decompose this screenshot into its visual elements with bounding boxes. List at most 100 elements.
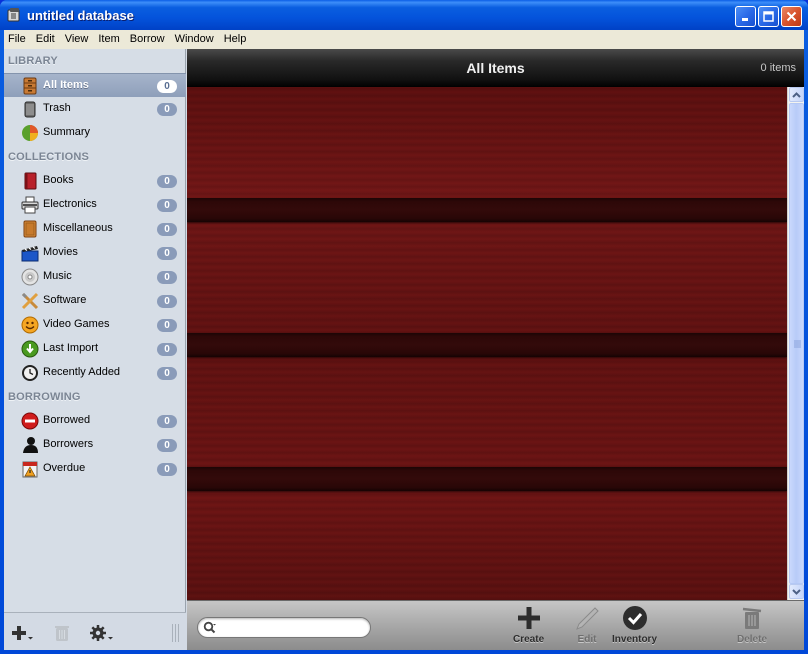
bookshelf-view[interactable] <box>187 87 787 600</box>
sidebar-item-label: Overdue <box>43 462 86 474</box>
sidebar-item-summary[interactable]: Summary <box>4 121 186 145</box>
sidebar-item-movies[interactable]: Movies 0 <box>4 241 186 265</box>
vertical-scrollbar[interactable] <box>787 87 804 600</box>
trash-icon <box>742 607 762 629</box>
create-button[interactable]: Create <box>513 605 544 649</box>
search-input[interactable] <box>220 620 365 635</box>
pie-chart-icon <box>22 125 38 141</box>
search-field[interactable] <box>197 617 371 638</box>
scroll-up-button[interactable] <box>789 87 804 102</box>
shelf <box>187 333 787 357</box>
create-label: Create <box>513 634 545 645</box>
cd-icon <box>21 268 39 286</box>
count-badge: 0 <box>157 271 177 284</box>
menu-item[interactable]: Item <box>93 30 124 49</box>
sidebar-item-label: Electronics <box>43 198 97 210</box>
count-badge: 0 <box>157 319 177 332</box>
smiley-icon <box>21 316 39 334</box>
menu-bar: File Edit View Item Borrow Window Help <box>4 30 804 49</box>
sidebar-item-overdue[interactable]: Overdue 0 <box>4 457 186 481</box>
sidebar-item-label: Borrowed <box>43 414 91 426</box>
delete-label: Delete <box>737 634 768 645</box>
window-title: untitled database <box>27 8 134 23</box>
section-header-borrowing: BORROWING <box>8 391 81 403</box>
chevron-up-icon <box>792 91 801 98</box>
menu-help[interactable]: Help <box>219 30 252 49</box>
clock-icon <box>22 365 38 381</box>
sidebar-item-label: Miscellaneous <box>43 222 113 234</box>
person-icon <box>23 437 38 453</box>
sidebar-resize-handle[interactable] <box>172 624 179 642</box>
maximize-button[interactable] <box>758 6 779 27</box>
section-header-collections: COLLECTIONS <box>8 151 90 163</box>
sidebar-item-label: Summary <box>43 126 91 138</box>
shelf <box>187 467 787 491</box>
chevron-down-icon <box>792 588 801 595</box>
sidebar-item-label: Last Import <box>43 342 99 354</box>
section-header-library: LIBRARY <box>8 55 58 67</box>
sidebar-item-software[interactable]: Software 0 <box>4 289 186 313</box>
maximize-icon <box>763 11 774 22</box>
sidebar-item-label: Music <box>43 270 72 282</box>
count-badge: 0 <box>157 175 177 188</box>
bottom-toolbar: Create Edit Inventory Delete <box>187 600 804 650</box>
settings-gear-button[interactable] <box>89 624 115 642</box>
count-badge: 0 <box>157 463 177 476</box>
pencil-icon <box>576 607 599 630</box>
shelf <box>187 198 787 222</box>
count-badge: 0 <box>157 223 177 236</box>
scroll-down-button[interactable] <box>789 584 804 599</box>
menu-file[interactable]: File <box>4 30 31 49</box>
scroll-thumb[interactable] <box>789 103 804 584</box>
sidebar-item-label: All Items <box>43 79 89 91</box>
add-collection-button[interactable] <box>11 624 35 642</box>
edit-button[interactable]: Edit <box>574 605 600 649</box>
trash-icon <box>24 101 36 118</box>
sidebar-item-books[interactable]: Books 0 <box>4 169 186 193</box>
search-icon <box>203 621 216 634</box>
title-bar: untitled database <box>0 0 808 30</box>
sidebar-item-trash[interactable]: Trash 0 <box>4 97 186 121</box>
checkmark-circle-icon <box>622 606 647 630</box>
app-window: untitled database File Edit View Item Bo… <box>0 0 808 654</box>
main-header: All Items 0 items <box>187 49 804 87</box>
sidebar-item-electronics[interactable]: Electronics 0 <box>4 193 186 217</box>
menu-window[interactable]: Window <box>170 30 219 49</box>
sidebar-item-music[interactable]: Music 0 <box>4 265 186 289</box>
delete-collection-button[interactable] <box>53 624 71 642</box>
calendar-warning-icon <box>22 461 38 478</box>
count-badge: 0 <box>157 247 177 260</box>
item-count: 0 items <box>760 62 796 74</box>
sidebar-footer <box>4 612 186 650</box>
count-badge: 0 <box>157 80 177 93</box>
menu-edit[interactable]: Edit <box>31 30 60 49</box>
sidebar-item-miscellaneous[interactable]: Miscellaneous 0 <box>4 217 186 241</box>
printer-icon <box>21 196 39 214</box>
edit-label: Edit <box>577 634 597 645</box>
sidebar-item-last-import[interactable]: Last Import 0 <box>4 337 186 361</box>
tools-icon <box>21 292 39 310</box>
sidebar-item-video-games[interactable]: Video Games 0 <box>4 313 186 337</box>
sidebar-item-all-items[interactable]: All Items 0 <box>4 73 186 97</box>
collection-title: All Items <box>466 60 525 76</box>
plus-icon <box>517 607 540 629</box>
cabinet-icon <box>23 77 37 95</box>
main-pane: All Items 0 items Create Edit Inventory … <box>187 49 804 650</box>
menu-view[interactable]: View <box>60 30 94 49</box>
menu-borrow[interactable]: Borrow <box>125 30 170 49</box>
no-entry-icon <box>21 412 39 430</box>
book-icon <box>24 172 37 190</box>
sidebar-item-borrowed[interactable]: Borrowed 0 <box>4 409 186 433</box>
sidebar-item-recently-added[interactable]: Recently Added 0 <box>4 361 186 385</box>
minimize-button[interactable] <box>735 6 756 27</box>
sidebar-item-borrowers[interactable]: Borrowers 0 <box>4 433 186 457</box>
inventory-button[interactable]: Inventory <box>612 605 657 649</box>
sidebar-item-label: Recently Added <box>43 366 121 378</box>
sidebar-item-label: Trash <box>43 102 71 114</box>
close-button[interactable] <box>781 6 802 27</box>
delete-button[interactable]: Delete <box>737 605 767 649</box>
sidebar-item-label: Software <box>43 294 87 306</box>
count-badge: 0 <box>157 343 177 356</box>
app-icon <box>7 8 20 22</box>
count-badge: 0 <box>157 439 177 452</box>
